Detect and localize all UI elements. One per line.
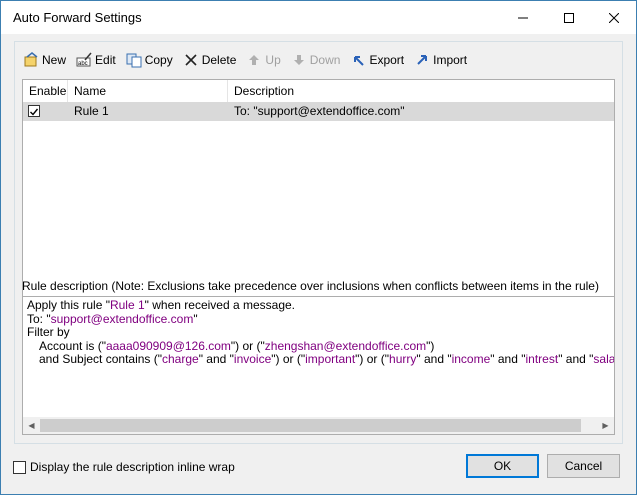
table-row[interactable]: Rule 1 To: "support@extendoffice.com" xyxy=(23,102,614,121)
new-rule-icon xyxy=(23,52,39,68)
rules-list: Enable Name Description Rule 1 To: "supp… xyxy=(22,79,615,302)
svg-text:abc: abc xyxy=(78,61,88,67)
inline-wrap-option[interactable]: Display the rule description inline wrap xyxy=(13,460,235,474)
rules-group: New abc Edit Copy Delete Up Down Export … xyxy=(14,41,623,444)
delete-label: Delete xyxy=(201,53,237,67)
close-icon xyxy=(609,12,619,23)
scrollbar-thumb[interactable] xyxy=(40,419,581,432)
delete-button[interactable]: Delete xyxy=(183,50,237,70)
minimize-icon xyxy=(518,17,528,18)
horizontal-scrollbar[interactable]: ◀ ▶ xyxy=(23,417,614,434)
scroll-left-icon[interactable]: ◀ xyxy=(23,417,40,434)
maximize-button[interactable] xyxy=(546,1,592,34)
rule-description-label: Rule description (Note: Exclusions take … xyxy=(22,279,599,293)
checkmark-icon xyxy=(30,108,39,116)
ok-button[interactable]: OK xyxy=(466,454,539,478)
window-title: Auto Forward Settings xyxy=(13,10,142,25)
import-icon xyxy=(414,52,430,68)
close-button[interactable] xyxy=(591,1,637,34)
enable-checkbox[interactable] xyxy=(28,105,40,117)
down-button[interactable]: Down xyxy=(291,50,341,70)
desc-line-apply: Apply this rule "Rule 1" when received a… xyxy=(27,298,295,312)
minimize-button[interactable] xyxy=(500,1,546,34)
export-button[interactable]: Export xyxy=(350,50,404,70)
copy-button[interactable]: Copy xyxy=(126,50,173,70)
scroll-right-icon[interactable]: ▶ xyxy=(597,417,614,434)
edit-button[interactable]: abc Edit xyxy=(76,50,116,70)
rule-name: Rule 1 xyxy=(74,104,109,118)
up-button[interactable]: Up xyxy=(246,50,281,70)
arrow-up-icon xyxy=(246,52,262,68)
column-enable[interactable]: Enable xyxy=(23,80,68,102)
import-label: Import xyxy=(433,53,468,67)
copy-label: Copy xyxy=(144,53,173,67)
column-description[interactable]: Description xyxy=(228,80,614,102)
desc-line-to: To: "support@extendoffice.com" xyxy=(27,311,198,326)
delete-x-icon xyxy=(183,52,199,68)
copy-icon xyxy=(126,52,142,68)
export-label: Export xyxy=(369,53,405,67)
column-name[interactable]: Name xyxy=(68,80,228,102)
title-bar: Auto Forward Settings xyxy=(1,1,636,34)
edit-icon: abc xyxy=(76,52,92,68)
inline-wrap-label: Display the rule description inline wrap xyxy=(30,460,235,474)
arrow-down-icon xyxy=(291,52,307,68)
new-label: New xyxy=(42,53,67,67)
rules-list-header: Enable Name Description xyxy=(23,80,614,103)
new-button[interactable]: New xyxy=(23,50,66,70)
inline-wrap-checkbox[interactable] xyxy=(13,460,26,474)
toolbar: New abc Edit Copy Delete Up Down Export … xyxy=(23,50,477,70)
rule-description-box: Apply this rule "Rule 1" when received a… xyxy=(22,296,615,435)
desc-line-filter: Filter by xyxy=(27,325,70,339)
rule-description: To: "support@extendoffice.com" xyxy=(234,104,405,118)
maximize-icon xyxy=(564,12,574,23)
cancel-button[interactable]: Cancel xyxy=(547,454,620,478)
export-icon xyxy=(350,52,366,68)
desc-line-subject: and Subject contains ("charge" and "invo… xyxy=(39,352,615,366)
down-label: Down xyxy=(309,53,341,67)
rule-description-text: Apply this rule "Rule 1" when received a… xyxy=(27,298,615,367)
desc-line-account: Account is ("aaaa090909@126.com") or ("z… xyxy=(39,338,435,353)
edit-label: Edit xyxy=(95,53,116,67)
import-button[interactable]: Import xyxy=(414,50,467,70)
auto-forward-settings-dialog: Auto Forward Settings New abc Edit Copy … xyxy=(0,0,637,495)
up-label: Up xyxy=(265,53,281,67)
